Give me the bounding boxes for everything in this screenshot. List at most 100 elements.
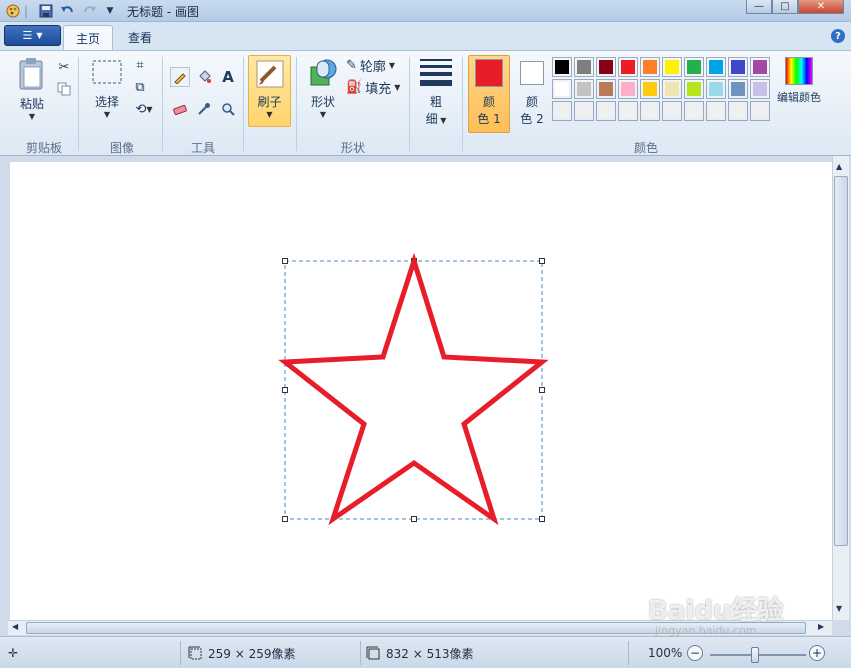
ribbon-tab-row: ☰ ▼ 主页 查看 ? xyxy=(0,22,851,50)
paste-button[interactable]: 粘贴 ▼ xyxy=(12,57,52,121)
undo-icon[interactable] xyxy=(58,2,76,20)
divider xyxy=(462,57,463,151)
eraser-icon[interactable] xyxy=(170,99,190,119)
palette-swatch-color xyxy=(687,82,701,96)
crop-icon[interactable]: ⌗ xyxy=(130,55,150,75)
palette-swatch-color xyxy=(753,104,767,118)
close-button[interactable]: ✕ xyxy=(798,0,844,14)
brushes-button-content[interactable]: 刷子 ▼ xyxy=(249,59,290,119)
resize-icon[interactable]: ⧉ xyxy=(130,77,150,97)
palette-swatch[interactable] xyxy=(728,57,748,77)
maximize-button[interactable]: □ xyxy=(772,0,798,14)
palette-swatch[interactable] xyxy=(574,79,594,99)
palette-swatch[interactable] xyxy=(684,101,704,121)
palette-swatch[interactable] xyxy=(728,101,748,121)
menu-icon: ☰ xyxy=(22,29,33,42)
outline-dropdown[interactable]: ✎ 轮廓 ▼ xyxy=(346,55,402,75)
scroll-up-icon[interactable]: ▲ xyxy=(836,162,842,171)
rotate-icon[interactable]: ⟲ ▼ xyxy=(130,99,158,119)
palette-swatch[interactable] xyxy=(662,57,682,77)
palette-swatch[interactable] xyxy=(552,101,572,121)
save-icon[interactable] xyxy=(37,2,55,20)
palette-swatch[interactable] xyxy=(706,79,726,99)
palette-swatch[interactable] xyxy=(750,57,770,77)
palette-swatch[interactable] xyxy=(574,101,594,121)
palette-swatch[interactable] xyxy=(684,79,704,99)
palette-swatch[interactable] xyxy=(618,101,638,121)
magnifier-icon[interactable] xyxy=(218,99,238,119)
fill-label: 填充 xyxy=(365,81,392,97)
palette-swatch[interactable] xyxy=(552,57,572,77)
canvas-size-value: 832 × 513像素 xyxy=(386,646,474,661)
color2-button[interactable]: 颜 色 2 xyxy=(512,59,552,127)
palette-swatch[interactable] xyxy=(640,79,660,99)
zoom-out-button[interactable]: − xyxy=(687,645,703,661)
paint-menu-button[interactable]: ☰ ▼ xyxy=(4,25,61,46)
minimize-button[interactable]: — xyxy=(746,0,772,14)
size-button[interactable]: 粗 细 ▼ xyxy=(416,57,456,127)
palette-swatch[interactable] xyxy=(640,101,660,121)
drawing-canvas[interactable] xyxy=(10,162,832,620)
palette-swatch[interactable] xyxy=(662,101,682,121)
color-picker-icon[interactable] xyxy=(194,99,214,119)
palette-swatch-color xyxy=(709,60,723,74)
chevron-down-icon: ▼ xyxy=(36,31,43,40)
palette-swatch-color xyxy=(599,104,613,118)
cut-icon[interactable]: ✂ xyxy=(54,57,74,77)
palette-swatch[interactable] xyxy=(706,57,726,77)
palette-swatch-color xyxy=(577,60,591,74)
vertical-scrollbar[interactable]: ▲ ▼ xyxy=(832,156,849,620)
palette-swatch[interactable] xyxy=(552,79,572,99)
zoom-slider-thumb[interactable] xyxy=(751,647,759,663)
palette-swatch-color xyxy=(665,104,679,118)
pencil-icon[interactable] xyxy=(170,67,190,87)
scroll-down-icon[interactable]: ▼ xyxy=(836,604,842,613)
palette-swatch-color xyxy=(621,104,635,118)
palette-swatch-color xyxy=(555,82,569,96)
palette-swatch[interactable] xyxy=(640,57,660,77)
scroll-left-icon[interactable]: ◀ xyxy=(12,622,18,631)
color1-button-content[interactable]: 颜 色 1 xyxy=(469,59,509,127)
selection-size-icon xyxy=(188,646,202,660)
palette-swatch[interactable] xyxy=(596,101,616,121)
select-button[interactable]: 选择 ▼ xyxy=(88,59,126,119)
copy-icon[interactable] xyxy=(54,79,74,99)
palette-swatch[interactable] xyxy=(706,101,726,121)
canvas-drawing xyxy=(278,252,549,526)
redo-icon[interactable] xyxy=(81,2,99,20)
fill-bucket-icon[interactable] xyxy=(194,67,214,87)
shapes-button[interactable]: 形状 ▼ xyxy=(303,57,343,119)
chevron-down-icon: ▼ xyxy=(394,82,401,92)
cursor-position-icon: ✛ xyxy=(8,646,19,660)
tab-view[interactable]: 查看 xyxy=(116,25,164,50)
palette-swatch-color xyxy=(599,82,613,96)
red-star-shape[interactable] xyxy=(278,252,549,526)
palette-swatch[interactable] xyxy=(618,79,638,99)
palette-swatch[interactable] xyxy=(684,57,704,77)
shapes-label: 形状 xyxy=(310,95,335,109)
palette-swatch[interactable] xyxy=(574,57,594,77)
palette-swatch-color xyxy=(731,82,745,96)
customize-toolbar-icon[interactable]: ▼ xyxy=(101,2,119,20)
vertical-scroll-thumb[interactable] xyxy=(834,176,848,546)
palette-swatch[interactable] xyxy=(596,57,616,77)
zoom-in-button[interactable]: + xyxy=(809,645,825,661)
palette-swatch-color xyxy=(643,60,657,74)
palette-swatch[interactable] xyxy=(596,79,616,99)
shapes-group-label: 形状 xyxy=(340,141,365,155)
palette-swatch[interactable] xyxy=(750,101,770,121)
palette-swatch[interactable] xyxy=(750,79,770,99)
scroll-right-icon[interactable]: ▶ xyxy=(818,622,824,631)
palette-swatch[interactable] xyxy=(662,79,682,99)
chevron-down-icon: ▼ xyxy=(266,110,273,119)
help-icon[interactable]: ? xyxy=(831,29,845,43)
tab-home[interactable]: 主页 xyxy=(63,25,114,50)
text-tool-icon[interactable]: A xyxy=(218,67,238,87)
palette-swatch-color xyxy=(687,60,701,74)
brush-icon xyxy=(256,60,283,88)
edit-colors-button[interactable]: 编辑颜色 xyxy=(774,57,824,105)
palette-swatch[interactable] xyxy=(728,79,748,99)
fill-dropdown[interactable]: ⛽ 填充 ▼ xyxy=(346,77,402,97)
color1-label-1: 颜 xyxy=(482,95,495,109)
palette-swatch[interactable] xyxy=(618,57,638,77)
